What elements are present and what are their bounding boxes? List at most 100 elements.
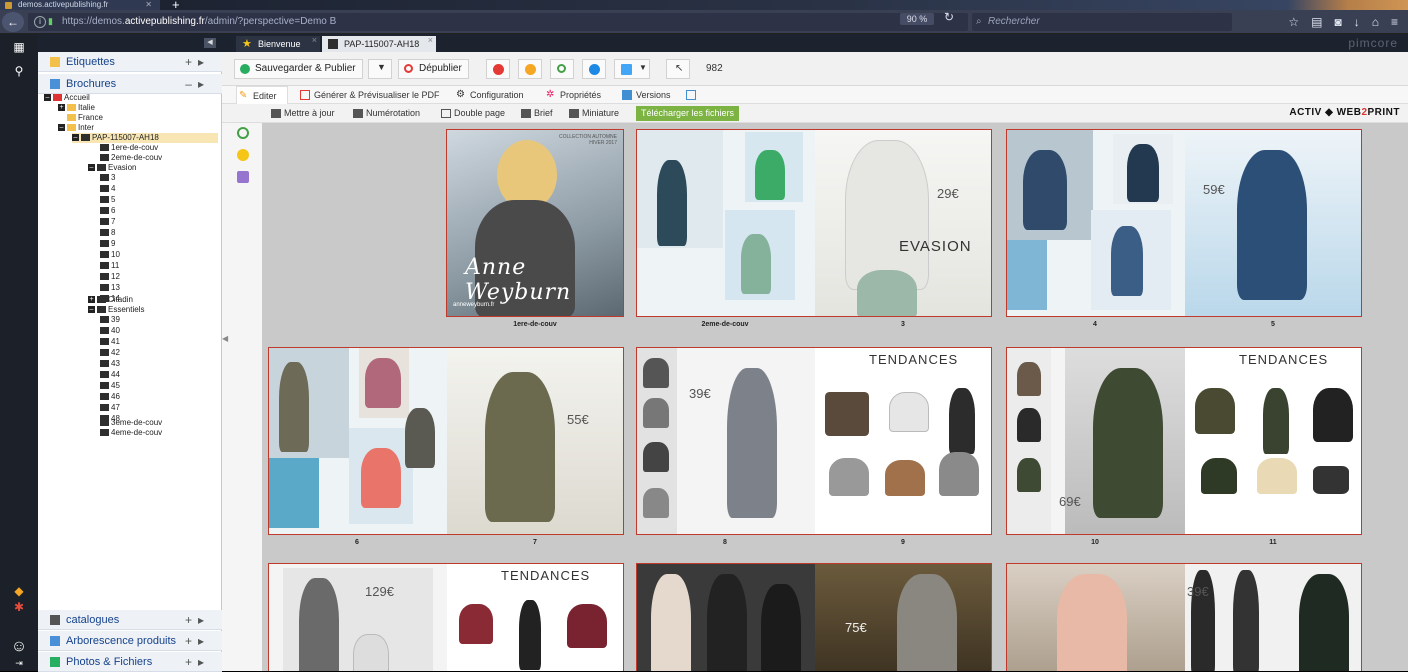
sidebar-splitter[interactable]: ◀ (222, 334, 230, 374)
tree-node-italie[interactable]: + Italie (58, 103, 95, 113)
tree-node-page[interactable]: 6 (100, 206, 115, 216)
browser-tab[interactable]: demos.activepublishing.fr ✕ (0, 0, 160, 10)
unpublish-button[interactable]: Dépublier (398, 59, 469, 79)
tree-node-page[interactable]: 8 (100, 228, 115, 238)
tree-node-page[interactable]: 42 (100, 348, 120, 358)
panel-etiquettes[interactable]: Etiquettes +▸ (38, 52, 222, 72)
tab-edit[interactable]: ✎ Editer (236, 86, 288, 104)
view-options-dropdown[interactable]: ▼ (614, 59, 650, 79)
address-field[interactable]: i ▮ https://demos.activepublishing.fr/ad… (28, 13, 968, 31)
spread-4-5[interactable]: 59€ (1006, 129, 1362, 317)
logout-icon[interactable]: ⇥ (0, 658, 38, 669)
reading-list-icon[interactable]: ▤ (1311, 13, 1322, 31)
brief-button[interactable]: Brief (520, 106, 553, 121)
tree-node-page[interactable]: 3 (100, 173, 115, 183)
sync-icon[interactable]: ✱ (0, 600, 38, 614)
tree-node-couv2[interactable]: 2eme-de-couv (100, 153, 162, 163)
collapse-icon[interactable]: – (88, 306, 95, 314)
tab-welcome[interactable]: ★ Bienvenue × (236, 35, 320, 52)
spread-8-9[interactable]: 39€ TENDANCES (636, 347, 992, 535)
home-icon[interactable]: ⌂ (1372, 13, 1379, 31)
tree-node-page[interactable]: 5 (100, 195, 115, 205)
panel-actions[interactable]: +▸ (185, 631, 210, 651)
tree-node-page[interactable]: 41 (100, 337, 120, 347)
back-arrow-icon[interactable]: ← (2, 12, 24, 32)
tree-node-page[interactable]: 11 (100, 261, 119, 271)
tree-node-page[interactable]: 7 (100, 217, 115, 227)
tree-node-couv4[interactable]: 4eme-de-couv (100, 428, 162, 438)
page-cover[interactable]: Anne Weyburn COLLECTION AUTOMNE HIVER 20… (446, 129, 624, 317)
close-tab-icon[interactable]: × (428, 32, 433, 48)
panel-actions[interactable]: –▸ (185, 74, 210, 94)
collapse-icon[interactable]: – (88, 164, 95, 172)
tree-node-page[interactable]: 46 (100, 392, 120, 402)
spread-14-15[interactable]: 75€ (636, 563, 992, 671)
tree-node-evasion[interactable]: – Evasion (88, 163, 136, 173)
tree-node-page[interactable]: 39 (100, 315, 120, 325)
tree-node-accueil[interactable]: – Accueil (44, 93, 90, 103)
lightbulb-icon[interactable] (237, 149, 249, 161)
tree-node-page[interactable]: 9 (100, 239, 115, 249)
trash-icon[interactable] (237, 171, 249, 183)
info-button[interactable] (582, 59, 606, 79)
spread-6-7[interactable]: 55€ (268, 347, 624, 535)
reload-button[interactable] (550, 59, 574, 79)
panel-arborescence[interactable]: Arborescence produits +▸ (38, 631, 222, 651)
tree-node-page[interactable]: 12 (100, 272, 120, 282)
collapse-icon[interactable]: – (72, 134, 79, 142)
miniature-button[interactable]: Miniature (568, 106, 619, 121)
tree-node-page[interactable]: 40 (100, 326, 120, 336)
double-page-button[interactable]: Double page (440, 106, 505, 121)
save-options-dropdown[interactable]: ▼ (368, 59, 392, 79)
collapse-icon[interactable]: – (58, 124, 65, 132)
spread-16-17[interactable]: 39€ (1006, 563, 1362, 671)
search-icon[interactable]: ⚲ (0, 64, 38, 78)
spread-12-13[interactable]: 129€ TENDANCES (268, 563, 624, 671)
tree-node-page[interactable]: 45 (100, 381, 120, 391)
tab-pdf[interactable]: Générer & Prévisualiser le PDF (298, 86, 440, 104)
close-tab-icon[interactable]: ✕ (145, 0, 152, 10)
browser-search-input[interactable]: ⌕ Rechercher (972, 13, 1232, 31)
delete-button[interactable] (486, 59, 510, 79)
notes-button[interactable] (518, 59, 542, 79)
notification-icon[interactable]: ◆ (0, 584, 38, 598)
panel-brochures[interactable]: Brochures –▸ (38, 74, 222, 94)
tree-node-couv3[interactable]: 3eme-de-couv (100, 418, 162, 428)
tree-node-citadin[interactable]: + Citadin (88, 295, 133, 305)
info-icon[interactable]: i (34, 16, 46, 28)
update-button[interactable]: Mettre à jour (270, 106, 335, 121)
panel-actions[interactable]: +▸ (185, 652, 210, 672)
tree-node-pap[interactable]: – PAP-115007-AH18 (72, 133, 218, 143)
pocket-icon[interactable]: ◙ (1334, 13, 1341, 31)
tab-versions[interactable]: Versions (620, 86, 671, 104)
zoom-level[interactable]: 90 % (900, 13, 934, 25)
tree-node-couv1[interactable]: 1ere-de-couv (100, 143, 158, 153)
tree-node-page[interactable]: 47 (100, 403, 120, 413)
panel-actions[interactable]: +▸ (185, 610, 210, 630)
tree-node-page[interactable]: 44 (100, 370, 120, 380)
tab-properties[interactable]: ✲ Propriétés (544, 86, 601, 104)
menu-icon[interactable]: ≡ (1391, 13, 1398, 31)
tree-node-inter[interactable]: – Inter (58, 123, 94, 133)
spread-2-3[interactable]: 29€ EVASION (636, 129, 992, 317)
save-publish-button[interactable]: Sauvegarder & Publier (234, 59, 363, 79)
download-icon[interactable]: ↓ (1354, 13, 1360, 31)
grid-menu-icon[interactable]: ▦ (0, 40, 38, 54)
tree-node-essentiels[interactable]: – Essentiels (88, 305, 144, 315)
tab-extra[interactable] (684, 86, 700, 104)
cursor-button[interactable]: ↖ (666, 59, 690, 79)
spread-10-11[interactable]: 69€ TENDANCES (1006, 347, 1362, 535)
close-tab-icon[interactable]: × (312, 32, 317, 48)
tree-node-france[interactable]: France (67, 113, 103, 123)
tree-node-page[interactable]: 43 (100, 359, 120, 369)
tree-node-page[interactable]: 10 (100, 250, 120, 260)
tab-config[interactable]: ⚙ Configuration (454, 86, 524, 104)
tab-document[interactable]: PAP-115007-AH18 × (322, 35, 436, 52)
user-avatar-icon[interactable]: ☺ (0, 638, 38, 656)
panel-photos[interactable]: Photos & Fichiers +▸ (38, 652, 222, 672)
refresh-icon[interactable] (237, 127, 249, 139)
tree-node-page[interactable]: 13 (100, 283, 120, 293)
download-files-button[interactable]: Télécharger les fichiers (636, 106, 740, 121)
numbering-button[interactable]: Numérotation (352, 106, 420, 121)
tree-node-page[interactable]: 4 (100, 184, 115, 194)
